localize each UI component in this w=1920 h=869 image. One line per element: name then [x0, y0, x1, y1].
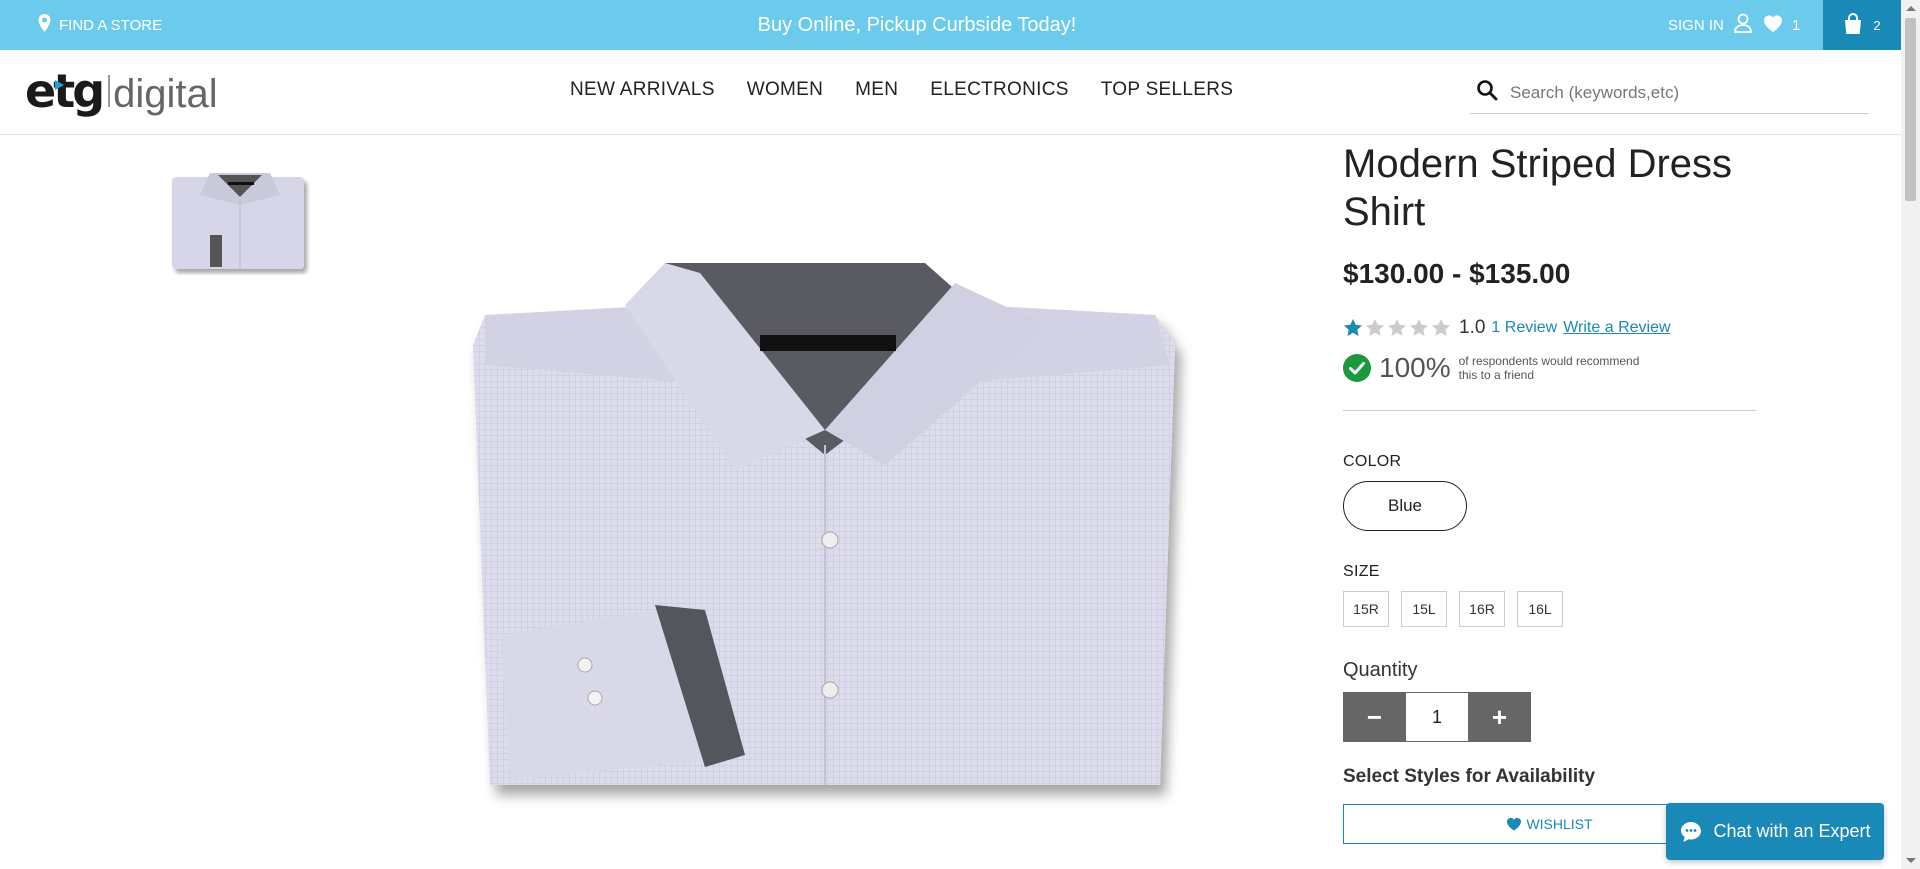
check-circle-icon [1343, 354, 1371, 382]
heart-icon [1762, 13, 1784, 37]
quantity-value[interactable]: 1 [1406, 692, 1468, 742]
star-filled-icon [1344, 319, 1362, 336]
size-option-16l[interactable]: 16L [1517, 591, 1563, 627]
user-icon [1733, 13, 1752, 37]
sign-in-label: SIGN IN [1668, 16, 1724, 34]
nav-new-arrivals[interactable]: NEW ARRIVALS [570, 79, 715, 101]
promo-message: Buy Online, Pickup Curbside Today! [757, 13, 1077, 36]
quantity-decrease-button[interactable]: − [1343, 692, 1406, 742]
availability-note: Select Styles for Availability [1343, 766, 1596, 787]
logo-etg: etg [25, 64, 105, 118]
size-option-15l[interactable]: 15L [1401, 591, 1447, 627]
sign-in-link[interactable]: SIGN IN [1668, 0, 1752, 50]
heart-icon [1507, 817, 1522, 831]
details-divider [1343, 410, 1756, 411]
size-option-16r[interactable]: 16R [1459, 591, 1505, 627]
quantity-increase-button[interactable]: + [1468, 692, 1531, 742]
recommend-percent: 100% [1379, 352, 1451, 383]
recommend-row: 100% of respondents would recommend this… [1343, 350, 1756, 386]
scroll-thumb[interactable] [1905, 18, 1916, 201]
star-rating [1343, 318, 1451, 338]
quantity-label: Quantity [1343, 659, 1418, 681]
product-price: $130.00 - $135.00 [1343, 258, 1571, 289]
size-option-15r[interactable]: 15R [1343, 591, 1389, 627]
product-title: Modern Striped Dress Shirt [1343, 142, 1733, 234]
nav-electronics[interactable]: ELECTRONICS [930, 79, 1068, 101]
cart-count: 2 [1873, 17, 1881, 33]
etg-digital-logo[interactable]: etg digital [25, 64, 218, 118]
chat-label: Chat with an Expert [1713, 821, 1871, 841]
star-empty-icon [1388, 319, 1406, 336]
scroll-up-arrow-icon[interactable] [1906, 6, 1916, 11]
recommend-text: of respondents would recommend this to a… [1458, 354, 1640, 382]
scroll-down-arrow-icon[interactable] [1906, 858, 1916, 863]
logo-digital: digital [113, 72, 218, 116]
star-empty-icon [1432, 319, 1450, 336]
nav-top-sellers[interactable]: TOP SELLERS [1101, 79, 1234, 101]
star-empty-icon [1366, 319, 1384, 336]
chat-with-expert-button[interactable]: Chat with an Expert [1666, 803, 1884, 860]
product-details: Modern Striped Dress Shirt $130.00 - $13… [1343, 140, 1756, 844]
color-option-blue[interactable]: Blue [1343, 481, 1467, 531]
chat-bubble-icon [1681, 821, 1702, 842]
wishlist-button-label: WISHLIST [1526, 816, 1593, 832]
quantity-stepper: − 1 + [1343, 692, 1756, 742]
product-main-image[interactable] [455, 255, 1195, 820]
page-scrollbar[interactable] [1901, 0, 1920, 869]
product-thumbnail[interactable] [170, 165, 310, 275]
top-banner: FIND A STORE Buy Online, Pickup Curbside… [0, 0, 1901, 50]
main-nav: NEW ARRIVALS WOMEN MEN ELECTRONICS TOP S… [570, 50, 1233, 130]
logo-triangle-icon [55, 80, 64, 90]
logo-separator [108, 75, 111, 107]
rating-row: 1.0 1 Review Write a Review [1343, 316, 1756, 340]
cart-button[interactable]: 2 [1823, 0, 1901, 50]
wishlist-count: 1 [1792, 16, 1801, 34]
size-options: 15R 15L 16R 16L [1343, 591, 1756, 627]
site-header: etg digital NEW ARRIVALS WOMEN MEN ELECT… [0, 50, 1901, 135]
search-bar [1470, 72, 1868, 114]
review-count-link[interactable]: 1 Review [1491, 319, 1557, 337]
shopping-bag-icon [1843, 12, 1863, 38]
star-empty-icon [1410, 319, 1428, 336]
nav-men[interactable]: MEN [855, 79, 898, 101]
write-review-link[interactable]: Write a Review [1563, 319, 1670, 337]
rating-value: 1.0 [1459, 317, 1486, 338]
search-icon[interactable] [1470, 79, 1498, 106]
color-label: COLOR [1343, 453, 1402, 470]
nav-women[interactable]: WOMEN [747, 79, 823, 101]
wishlist-link[interactable]: 1 [1762, 0, 1800, 50]
search-input[interactable] [1510, 82, 1850, 103]
size-label: SIZE [1343, 563, 1380, 580]
